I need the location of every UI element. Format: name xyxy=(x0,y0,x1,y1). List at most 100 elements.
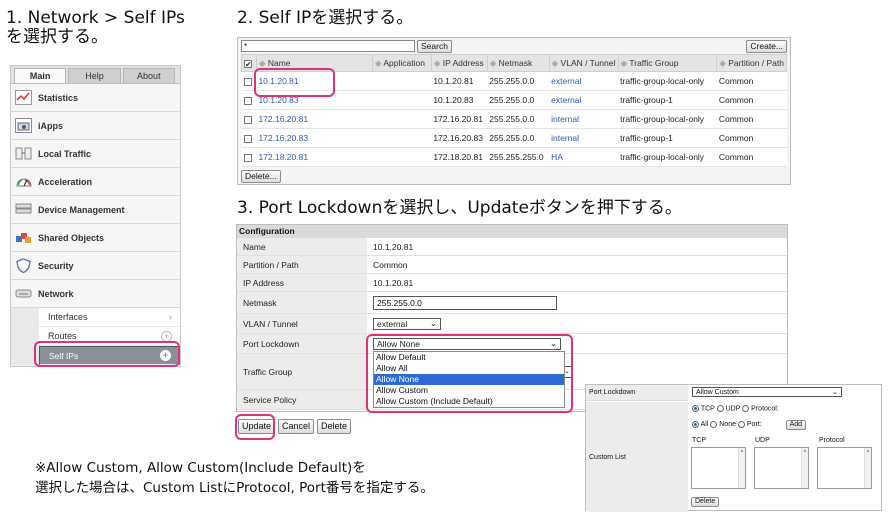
cell-application xyxy=(372,90,432,110)
option-allow-custom[interactable]: Allow Custom xyxy=(374,385,564,396)
self-ip-name-link[interactable]: 172.16.20.83 xyxy=(256,128,373,148)
config-header: Configuration xyxy=(237,225,787,238)
tcp-list[interactable]: ▲ xyxy=(691,447,746,489)
nav-item-device-management[interactable]: Device Management xyxy=(11,196,180,224)
col-ip-address[interactable]: ◆ IP Address xyxy=(430,54,488,72)
protocol-list[interactable]: ▲ xyxy=(817,447,872,489)
nav-item-label: Security xyxy=(38,260,74,271)
cell-traffic-group: traffic-group-local-only xyxy=(618,147,717,167)
cancel-button[interactable]: Cancel xyxy=(278,419,315,434)
col-name[interactable]: ◆ Name xyxy=(255,54,373,72)
sub-item-label: Routes xyxy=(48,331,77,341)
cell-partition: Common xyxy=(716,147,787,167)
update-button[interactable]: Update xyxy=(238,419,276,434)
vlan-select[interactable]: external ⌄ xyxy=(373,317,441,330)
option-allow-default[interactable]: Allow Default xyxy=(374,352,564,363)
sidebar-item-interfaces[interactable]: Interfaces › xyxy=(39,308,180,327)
cell-netmask: 255.255.0.0 xyxy=(487,109,550,129)
row-checkbox[interactable] xyxy=(243,77,252,86)
radio-all[interactable] xyxy=(692,420,699,428)
option-allow-none[interactable]: Allow None xyxy=(374,374,564,385)
step2-title: 2. Self IPを選択する。 xyxy=(237,8,414,28)
value-ip: 10.1.20.81 xyxy=(373,277,414,288)
protocol-radio-group: TCP UDP Protocol: xyxy=(689,405,881,412)
cell-partition: Common xyxy=(716,109,787,129)
table-row[interactable]: 10.1.20.83 10.1.20.83 255.255.0.0 extern… xyxy=(241,90,787,110)
inset-port-lockdown-select[interactable]: Allow Custom ⌄ xyxy=(692,387,842,397)
inset-label-port-lockdown: Port Lockdown xyxy=(586,385,688,401)
udp-list[interactable]: ▲ xyxy=(754,447,809,489)
cell-netmask: 255.255.255.0 xyxy=(487,147,550,167)
scrollbar[interactable]: ▲ xyxy=(801,448,808,488)
label-partition: Partition / Path xyxy=(237,256,367,273)
nav-item-statistics[interactable]: Statistics xyxy=(11,84,180,112)
vlan-link[interactable]: external xyxy=(549,90,619,110)
nav-item-iapps[interactable]: iApps xyxy=(11,112,180,140)
option-allow-custom-include-default[interactable]: Allow Custom (Include Default) xyxy=(374,396,564,407)
nav-item-local-traffic[interactable]: Local Traffic xyxy=(11,140,180,168)
col-application[interactable]: ◆ Application xyxy=(371,54,432,72)
table-row[interactable]: 172.16.20.83 172.16.20.83 255.255.0.0 in… xyxy=(241,128,787,148)
row-checkbox[interactable] xyxy=(243,96,252,105)
radio-none[interactable] xyxy=(710,420,718,428)
search-button[interactable]: Search xyxy=(417,39,452,53)
delete-selected-button[interactable]: Delete... xyxy=(241,170,281,183)
scrollbar[interactable]: ▲ xyxy=(864,448,871,488)
vlan-link[interactable]: internal xyxy=(549,128,619,148)
sidebar-item-routes[interactable]: Routes + xyxy=(39,327,180,346)
table-row[interactable]: 172.16.20.81 172.16.20.81 255.255.0.0 in… xyxy=(241,109,787,129)
col-netmask[interactable]: ◆ Netmask xyxy=(486,54,550,72)
col-partition[interactable]: ◆ Partition / Path xyxy=(716,54,787,72)
label-vlan: VLAN / Tunnel xyxy=(237,314,367,333)
port-lockdown-dropdown[interactable]: Allow Default Allow All Allow None Allow… xyxy=(373,351,565,408)
vlan-link[interactable]: internal xyxy=(549,109,619,129)
self-ip-name-link[interactable]: 172.16.20.81 xyxy=(256,109,373,129)
nav-item-shared-objects[interactable]: Shared Objects xyxy=(11,224,180,252)
radio-tcp[interactable] xyxy=(692,405,699,412)
search-input[interactable] xyxy=(241,40,415,52)
radio-udp[interactable] xyxy=(716,405,724,412)
self-ip-name-link[interactable]: 10.1.20.83 xyxy=(256,90,373,110)
sort-icon: ◆ xyxy=(489,57,499,68)
nav-item-acceleration[interactable]: Acceleration xyxy=(11,168,180,196)
scrollbar[interactable]: ▲ xyxy=(738,448,745,488)
add-button[interactable]: Add xyxy=(785,420,807,430)
option-allow-all[interactable]: Allow All xyxy=(374,363,564,374)
col-vlan[interactable]: ◆ VLAN / Tunnel xyxy=(548,54,619,72)
sort-icon: ◆ xyxy=(719,57,729,68)
tab-about[interactable]: About xyxy=(122,68,175,83)
netmask-field[interactable] xyxy=(373,295,557,310)
create-button[interactable]: Create... xyxy=(746,39,787,53)
cell-ip: 172.16.20.83 xyxy=(431,128,488,148)
cell-traffic-group: traffic-group-1 xyxy=(618,90,717,110)
list-header-udp: UDP xyxy=(755,437,770,444)
delete-button[interactable]: Delete xyxy=(317,419,352,434)
table-row[interactable]: 172.18.20.81 172.18.20.81 255.255.255.0 … xyxy=(241,147,787,167)
port-lockdown-select[interactable]: Allow None ⌄ xyxy=(373,337,561,350)
nav-item-label: Device Management xyxy=(38,204,125,215)
vlan-link[interactable]: HA xyxy=(549,147,619,167)
self-ip-name-link[interactable]: 10.1.20.81 xyxy=(256,71,373,91)
label-name: Name xyxy=(237,238,367,255)
tab-help[interactable]: Help xyxy=(68,68,121,83)
row-checkbox[interactable] xyxy=(243,134,252,143)
nav-item-network[interactable]: Network xyxy=(11,280,180,308)
nav-item-security[interactable]: Security xyxy=(11,252,180,280)
plus-circle-icon[interactable]: + xyxy=(160,350,171,361)
col-traffic-group[interactable]: ◆ Traffic Group xyxy=(617,54,718,72)
plus-circle-icon[interactable]: + xyxy=(161,330,172,342)
row-checkbox[interactable] xyxy=(243,115,252,124)
radio-protocol[interactable] xyxy=(742,405,750,412)
tab-main[interactable]: Main xyxy=(14,68,67,83)
table-row[interactable]: 10.1.20.81 10.1.20.81 255.255.0.0 extern… xyxy=(241,71,787,91)
select-all-checkbox[interactable]: ✔ xyxy=(244,59,252,68)
sidebar-item-self-ips[interactable]: Self IPs + xyxy=(39,346,180,365)
radio-port[interactable] xyxy=(737,420,745,428)
main-nav-panel: Main Help About Statistics iApps Local T… xyxy=(10,65,181,367)
port-radio-group: All None Port: Add xyxy=(689,420,881,430)
row-checkbox[interactable] xyxy=(243,153,252,162)
vlan-link[interactable]: external xyxy=(549,71,619,91)
self-ip-name-link[interactable]: 172.18.20.81 xyxy=(256,147,373,167)
inset-delete-button[interactable]: Delete xyxy=(691,497,720,507)
select-all-header[interactable]: ✔ xyxy=(241,54,257,72)
